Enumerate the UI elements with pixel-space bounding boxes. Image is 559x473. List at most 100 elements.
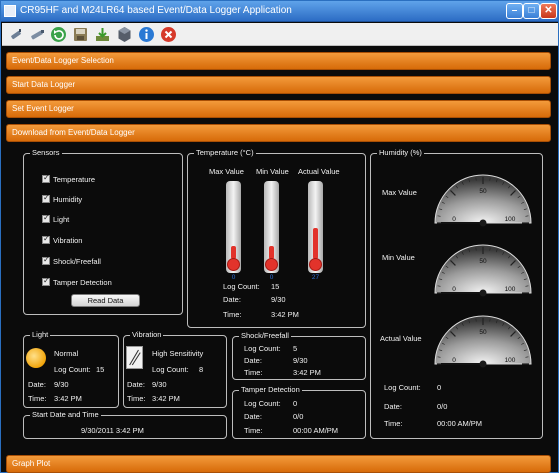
start-datetime-title: Start Date and Time bbox=[30, 410, 101, 419]
exit-icon[interactable] bbox=[160, 26, 177, 43]
temp-min-header: Min Value bbox=[256, 167, 289, 176]
app-icon bbox=[4, 5, 16, 17]
close-button[interactable]: ✕ bbox=[540, 3, 557, 19]
checkbox-vibration[interactable] bbox=[42, 234, 50, 244]
light-bulb-icon bbox=[26, 348, 46, 368]
tamper-log-label: Log Count: bbox=[244, 399, 281, 408]
light-status: Normal bbox=[54, 349, 79, 358]
refresh-icon[interactable] bbox=[50, 26, 67, 43]
thermometer-min-value: 0 bbox=[269, 274, 274, 281]
vibration-title: Vibration bbox=[130, 330, 164, 339]
vibration-time-value: 3:42 PM bbox=[152, 394, 180, 403]
temp-time-value: 3:42 PM bbox=[271, 310, 299, 319]
title-bar: CR95HF and M24LR64 based Event/Data Logg… bbox=[1, 1, 558, 22]
gauge-tick-label: 50 bbox=[479, 258, 487, 265]
temp-log-value: 15 bbox=[271, 282, 280, 291]
gauge-tick-label: 50 bbox=[479, 188, 487, 195]
humidity-time-value: 00:00 AM/PM bbox=[437, 419, 483, 428]
gauge-hub bbox=[479, 360, 487, 368]
info-icon[interactable] bbox=[138, 26, 155, 43]
gauge-tick-label: 0 bbox=[452, 357, 456, 364]
tamper-date-value: 0/0 bbox=[293, 412, 304, 421]
vibration-status: High Sensitivity bbox=[152, 349, 204, 358]
temp-date-label: Date: bbox=[223, 295, 241, 304]
checkbox-light[interactable] bbox=[42, 213, 50, 223]
checkbox-shock[interactable] bbox=[42, 255, 50, 265]
shock-log-value: 5 bbox=[293, 344, 298, 353]
settings-icon[interactable] bbox=[116, 26, 133, 43]
checkbox-tamper[interactable] bbox=[42, 276, 50, 286]
temperature-title: Temperature (°C) bbox=[194, 148, 256, 157]
maximize-button[interactable]: □ bbox=[523, 3, 540, 19]
humidity-actual-label: Actual Value bbox=[380, 334, 422, 343]
sensors-title: Sensors bbox=[30, 148, 62, 157]
vibration-icon bbox=[126, 346, 143, 369]
gauge-tick-label: 100 bbox=[505, 286, 516, 293]
humidity-log-label: Log Count: bbox=[384, 383, 421, 392]
thermometer-max-value: 0 bbox=[231, 274, 236, 281]
humidity-date-label: Date: bbox=[384, 402, 402, 411]
humidity-min-label: Min Value bbox=[382, 253, 415, 262]
accordion-start-logger[interactable]: Start Data Logger bbox=[6, 76, 551, 94]
tamper-title: Tamper Detection bbox=[239, 385, 302, 394]
humidity-date-value: 0/0 bbox=[437, 402, 448, 411]
save-icon[interactable] bbox=[72, 26, 89, 43]
humidity-log-value: 0 bbox=[437, 383, 442, 392]
gauge-tick-label: 50 bbox=[479, 329, 487, 336]
gauge-tick-label: 100 bbox=[505, 357, 516, 364]
gauge-hub bbox=[479, 219, 487, 227]
gauge-hub bbox=[479, 289, 487, 297]
accordion-graph-plot[interactable]: Graph Plot bbox=[6, 455, 551, 473]
light-date-label: Date: bbox=[28, 380, 46, 389]
accordion-download[interactable]: Download from Event/Data Logger bbox=[6, 124, 551, 142]
light-log-label: Log Count: bbox=[54, 365, 91, 374]
thermometer-max: 0 bbox=[226, 181, 241, 281]
sensor-label-shock: Shock/Freefall bbox=[53, 257, 101, 266]
minimize-button[interactable]: – bbox=[506, 3, 523, 19]
toolbar bbox=[2, 23, 558, 46]
accordion-logger-selection[interactable]: Event/Data Logger Selection bbox=[6, 52, 551, 70]
thermometer-actual: 27 bbox=[308, 181, 323, 281]
shock-date-label: Date: bbox=[244, 356, 262, 365]
sensor-label-humidity: Humidity bbox=[53, 195, 83, 204]
plug-icon[interactable] bbox=[8, 26, 25, 43]
sensor-label-vibration: Vibration bbox=[53, 236, 83, 245]
vibration-log-label: Log Count: bbox=[152, 365, 189, 374]
temp-log-label: Log Count: bbox=[223, 282, 260, 291]
accordion-set-event-logger[interactable]: Set Event Logger bbox=[6, 100, 551, 118]
thermometer-max-bulb bbox=[227, 258, 240, 271]
shock-log-label: Log Count: bbox=[244, 344, 281, 353]
humidity-min-gauge: 0 50 100 bbox=[431, 239, 535, 297]
tamper-log-value: 0 bbox=[293, 399, 298, 408]
light-log-value: 15 bbox=[96, 365, 105, 374]
shock-time-label: Time: bbox=[244, 368, 263, 377]
gauge-tick-label: 100 bbox=[505, 216, 516, 223]
light-title: Light bbox=[30, 330, 51, 339]
thermometer-min-bulb bbox=[265, 258, 278, 271]
window-title: CR95HF and M24LR64 based Event/Data Logg… bbox=[20, 5, 292, 16]
vibration-log-value: 8 bbox=[199, 365, 204, 374]
temp-date-value: 9/30 bbox=[271, 295, 286, 304]
humidity-actual-gauge: 0 50 100 bbox=[431, 310, 535, 368]
read-data-button[interactable]: Read Data bbox=[71, 294, 140, 307]
gauge-tick-label: 0 bbox=[452, 216, 456, 223]
app-window: CR95HF and M24LR64 based Event/Data Logg… bbox=[0, 0, 559, 473]
shock-time-value: 3:42 PM bbox=[293, 368, 321, 377]
temp-actual-header: Actual Value bbox=[298, 167, 340, 176]
vibration-time-label: Time: bbox=[127, 394, 146, 403]
start-datetime-value: 9/30/2011 3:42 PM bbox=[81, 426, 144, 435]
thermometer-min: 0 bbox=[264, 181, 279, 281]
checkbox-temperature[interactable] bbox=[42, 173, 50, 183]
tamper-date-label: Date: bbox=[244, 412, 262, 421]
light-time-value: 3:42 PM bbox=[54, 394, 82, 403]
checkbox-humidity[interactable] bbox=[42, 193, 50, 203]
thermometer-actual-bulb bbox=[309, 258, 322, 271]
shock-title: Shock/Freefall bbox=[239, 331, 291, 340]
usb-icon[interactable] bbox=[29, 26, 46, 43]
sensor-label-temperature: Temperature bbox=[53, 175, 96, 184]
download-icon[interactable] bbox=[94, 26, 111, 43]
temp-time-label: Time: bbox=[223, 310, 242, 319]
light-date-value: 9/30 bbox=[54, 380, 69, 389]
temp-max-header: Max Value bbox=[209, 167, 244, 176]
sensor-label-tamper: Tamper Detection bbox=[53, 278, 112, 287]
